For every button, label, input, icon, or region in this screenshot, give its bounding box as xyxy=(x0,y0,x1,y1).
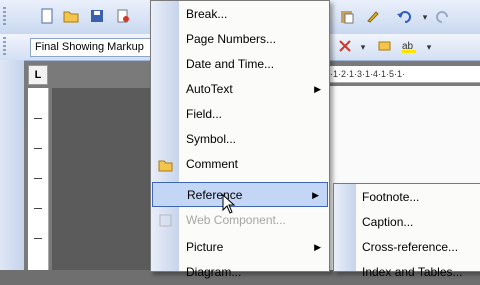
menu-item-label: Comment xyxy=(186,157,239,171)
open-icon[interactable] xyxy=(62,8,80,26)
redo-icon[interactable] xyxy=(434,8,452,26)
submenu-item-label: Caption... xyxy=(362,215,414,229)
toolbar-grip[interactable] xyxy=(3,37,6,57)
menu-item-page-numbers[interactable]: Page Numbers... xyxy=(151,27,329,52)
submenu-item-label: Cross-reference... xyxy=(362,240,459,254)
paste-icon[interactable] xyxy=(338,8,356,26)
menu-item-field[interactable]: Field... xyxy=(151,102,329,127)
menu-item-label: Break... xyxy=(186,7,228,21)
vertical-ruler xyxy=(28,88,49,270)
undo-dropdown-icon[interactable]: ▾ xyxy=(416,8,434,26)
menu-item-label: Field... xyxy=(186,107,223,121)
chevron-down-icon[interactable]: ▾ xyxy=(420,38,438,56)
reference-submenu: Footnote... Caption... Cross-reference..… xyxy=(333,183,480,279)
menu-item-web-component[interactable]: Web Component... xyxy=(151,208,329,233)
permission-icon[interactable] xyxy=(114,8,132,26)
submenu-arrow-icon: ▶ xyxy=(312,190,319,200)
insert-menu: Break... Page Numbers... Date and Time..… xyxy=(150,0,330,279)
submenu-item-index-and-tables[interactable]: Index and Tables... xyxy=(334,260,480,285)
ruler-mark xyxy=(34,178,42,179)
chevron-down-icon[interactable]: ▾ xyxy=(354,38,372,56)
document-background xyxy=(52,88,152,270)
menu-item-date-and-time[interactable]: Date and Time... xyxy=(151,52,329,77)
horizontal-ruler: ·1·2·1·3·1·4·1·5·1· xyxy=(330,66,480,83)
menu-item-label: Date and Time... xyxy=(186,57,275,71)
menu-item-label: AutoText xyxy=(186,82,233,96)
menu-item-symbol[interactable]: Symbol... xyxy=(151,127,329,152)
highlight-icon[interactable]: ab xyxy=(400,38,418,56)
insert-comment-icon[interactable] xyxy=(376,38,394,56)
menu-item-picture[interactable]: Picture ▶ xyxy=(151,235,329,260)
ruler-mark xyxy=(34,148,42,149)
tab-stop-selector[interactable]: L xyxy=(28,65,48,85)
display-for-review-select[interactable]: Final Showing Markup xyxy=(30,38,160,57)
menu-item-label: Picture xyxy=(186,240,224,254)
menu-item-autotext[interactable]: AutoText ▶ xyxy=(151,77,329,102)
submenu-item-caption[interactable]: Caption... xyxy=(334,210,480,235)
submenu-item-footnote[interactable]: Footnote... xyxy=(334,185,480,210)
ruler-mark xyxy=(34,238,42,239)
menu-item-diagram[interactable]: Diagram... xyxy=(151,260,329,285)
comment-icon xyxy=(157,156,174,173)
submenu-arrow-icon: ▶ xyxy=(314,84,321,94)
menu-item-label: Page Numbers... xyxy=(186,32,277,46)
track-changes-icon[interactable] xyxy=(336,38,354,56)
menu-item-comment[interactable]: Comment xyxy=(151,152,329,177)
mouse-pointer-icon xyxy=(222,193,236,214)
menu-item-label: Symbol... xyxy=(186,132,237,146)
new-icon[interactable] xyxy=(38,8,56,26)
ruler-mark xyxy=(34,118,42,119)
task-strip xyxy=(0,60,24,270)
submenu-arrow-icon: ▶ xyxy=(314,242,321,252)
menu-item-label: Diagram... xyxy=(186,265,242,279)
web-component-icon xyxy=(157,212,174,229)
submenu-item-cross-reference[interactable]: Cross-reference... xyxy=(334,235,480,260)
save-icon[interactable] xyxy=(88,8,106,26)
undo-icon[interactable] xyxy=(395,8,413,26)
ruler-mark xyxy=(34,208,42,209)
submenu-item-label: Footnote... xyxy=(362,190,420,204)
format-painter-icon[interactable] xyxy=(364,8,382,26)
menu-item-break[interactable]: Break... xyxy=(151,2,329,27)
submenu-item-label: Index and Tables... xyxy=(362,265,463,279)
menu-item-reference[interactable]: Reference ▶ xyxy=(152,182,328,207)
toolbar-grip[interactable] xyxy=(3,7,6,27)
